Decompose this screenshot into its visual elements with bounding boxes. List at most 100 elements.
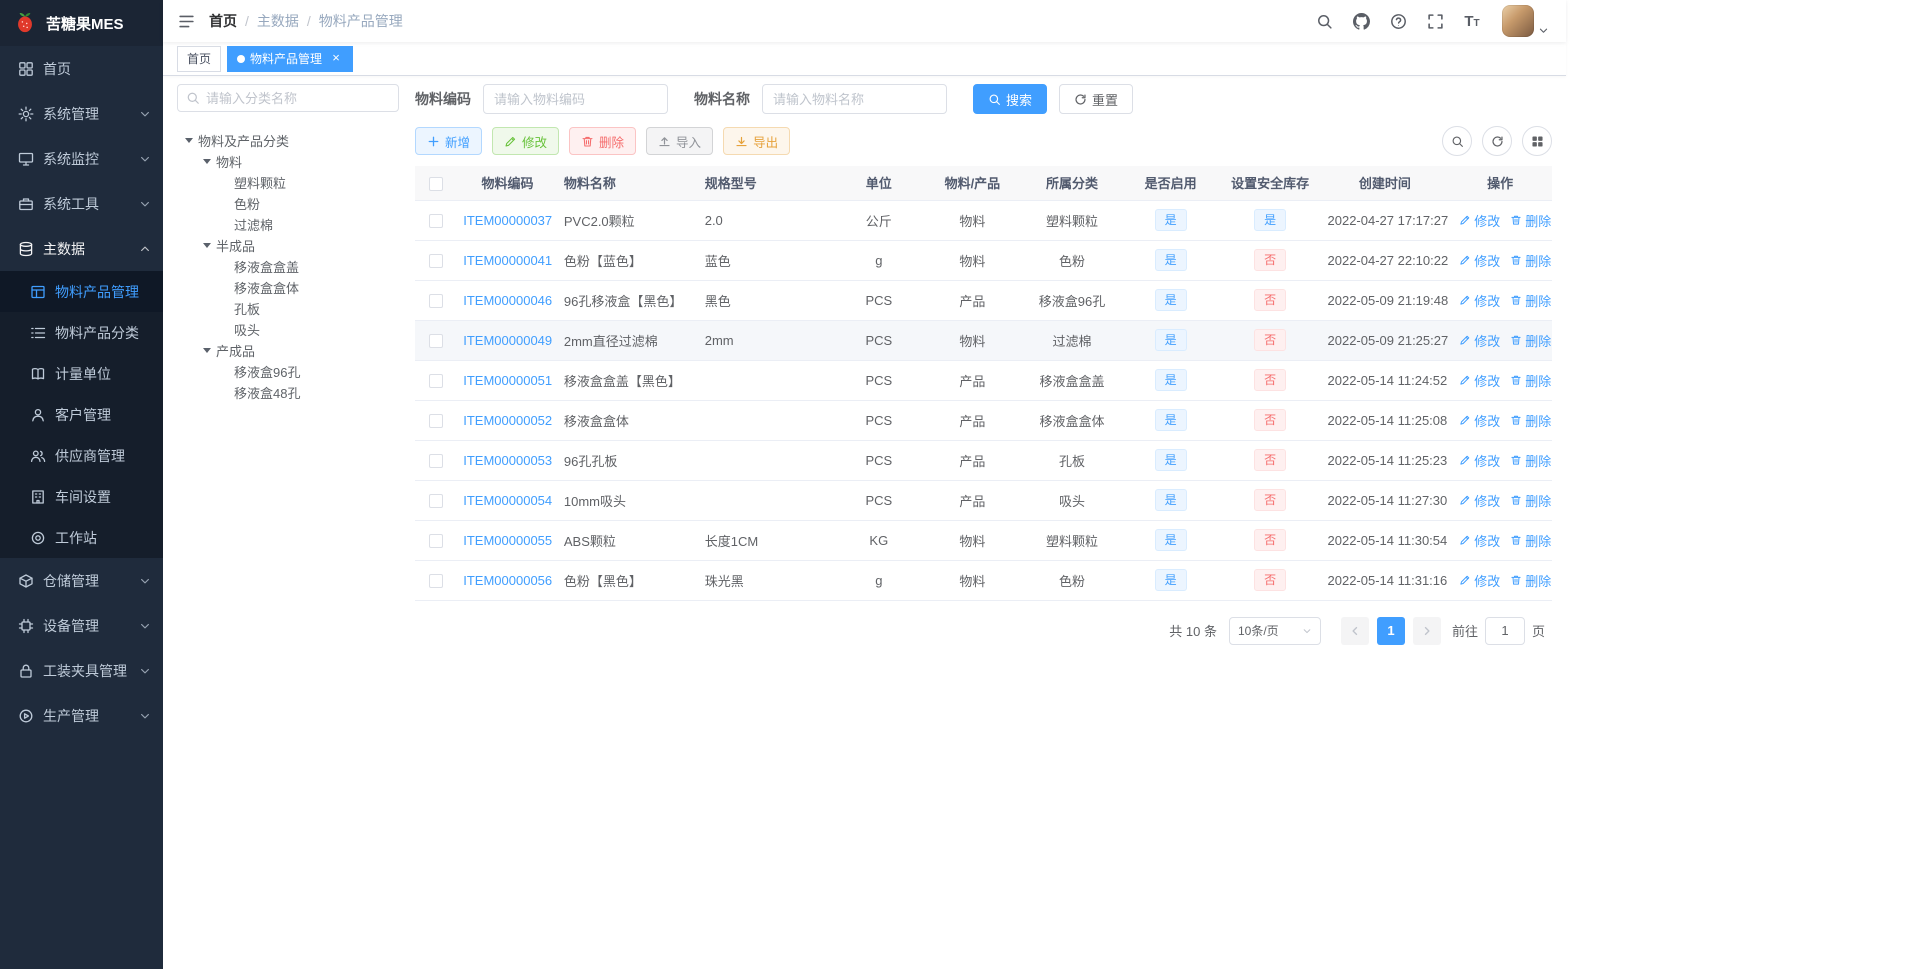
table-row[interactable]: ITEM00000054 10mm吸头 PCS 产品 吸头 是 否 2022-05-14 11… (415, 480, 1552, 521)
material-code-link[interactable]: ITEM00000055 (463, 533, 552, 548)
row-checkbox[interactable] (429, 413, 444, 428)
table-row[interactable]: ITEM00000037 PVC2.0颗粒 2.0 公斤 物料 塑料颗粒 是 是 2022-04… (415, 200, 1552, 241)
current-page-button[interactable]: 1 (1376, 616, 1405, 645)
page-size-select[interactable]: 10条/页 (1228, 616, 1321, 645)
fullscreen-icon[interactable] (1426, 12, 1444, 30)
sidebar-subitem[interactable]: 客户管理 (0, 394, 163, 435)
table-row[interactable]: ITEM00000049 2mm直径过滤棉 2mm PCS 物料 过滤棉 是 否 2022-05… (415, 320, 1552, 361)
row-checkbox[interactable] (429, 373, 444, 388)
row-edit-link[interactable]: 修改 (1459, 331, 1500, 350)
tree-node[interactable]: 产成品 (177, 340, 399, 361)
tree-expand-caret[interactable] (203, 159, 211, 164)
row-edit-link[interactable]: 修改 (1459, 211, 1500, 230)
code-filter-input[interactable] (483, 84, 668, 114)
export-button[interactable]: 导出 (723, 127, 791, 155)
row-edit-link[interactable]: 修改 (1459, 371, 1500, 390)
tab-0[interactable]: 首页 (177, 45, 222, 72)
table-row[interactable]: ITEM00000056 色粉【黑色】 珠光黑 g 物料 色粉 是 否 2022-05-14 1… (415, 560, 1552, 601)
select-all-checkbox[interactable] (429, 176, 444, 191)
sidebar-subitem[interactable]: 物料产品管理 (0, 271, 163, 312)
search-icon[interactable] (1315, 12, 1333, 30)
row-delete-link[interactable]: 删除 (1510, 251, 1551, 270)
tree-node[interactable]: 塑料颗粒 (177, 172, 399, 193)
tab-close-icon[interactable]: × (329, 51, 343, 66)
sidebar-item[interactable]: 系统工具 (0, 181, 163, 226)
app-logo[interactable]: 苦糖果MES (0, 0, 163, 46)
row-edit-link[interactable]: 修改 (1459, 491, 1500, 510)
help-icon[interactable] (1389, 12, 1407, 30)
table-row[interactable]: ITEM00000052 移液盒盒体 PCS 产品 移液盒盒体是否 2022-05-14 … (415, 400, 1552, 441)
tree-expand-caret[interactable] (203, 348, 211, 353)
row-edit-link[interactable]: 修改 (1459, 411, 1500, 430)
row-delete-link[interactable]: 删除 (1510, 491, 1551, 510)
row-delete-link[interactable]: 删除 (1510, 211, 1551, 230)
row-checkbox[interactable] (429, 253, 444, 268)
tree-node[interactable]: 孔板 (177, 298, 399, 319)
tree-node[interactable]: 色粉 (177, 193, 399, 214)
material-code-link[interactable]: ITEM00000056 (463, 573, 552, 588)
sidebar-item[interactable]: 生产管理 (0, 693, 163, 738)
table-row[interactable]: ITEM00000055 ABS颗粒 长度1CM KG 物料 塑料颗粒 是 否 2022-05-… (415, 520, 1552, 561)
row-checkbox[interactable] (429, 493, 444, 508)
material-code-link[interactable]: ITEM00000049 (463, 333, 552, 348)
import-button[interactable]: 导入 (646, 127, 714, 155)
row-checkbox[interactable] (429, 453, 444, 468)
row-checkbox[interactable] (429, 573, 444, 588)
sidebar-item[interactable]: 系统管理 (0, 91, 163, 136)
sidebar-item[interactable]: 设备管理 (0, 603, 163, 648)
sidebar-item[interactable]: 仓储管理 (0, 558, 163, 603)
tree-node[interactable]: 移液盒盒体 (177, 277, 399, 298)
material-code-link[interactable]: ITEM00000052 (463, 413, 552, 428)
row-edit-link[interactable]: 修改 (1459, 251, 1500, 270)
search-button[interactable]: 搜索 (973, 84, 1048, 114)
sidebar-subitem[interactable]: 计量单位 (0, 353, 163, 394)
delete-button[interactable]: 删除 (569, 127, 637, 155)
toggle-search-button[interactable] (1442, 126, 1472, 156)
next-page-button[interactable] (1412, 616, 1441, 645)
sidebar-subitem[interactable]: 工作站 (0, 517, 163, 558)
edit-button[interactable]: 修改 (492, 127, 560, 155)
material-code-link[interactable]: ITEM00000046 (463, 293, 552, 308)
user-menu[interactable] (1502, 5, 1550, 37)
goto-page-input[interactable] (1484, 616, 1525, 645)
tree-node[interactable]: 移液盒盒盖 (177, 256, 399, 277)
sidebar-subitem[interactable]: 供应商管理 (0, 435, 163, 476)
material-code-link[interactable]: ITEM00000041 (463, 253, 552, 268)
table-row[interactable]: ITEM00000053 96孔孔板 PCS 产品 孔板 是 否 2022-05-14 11:… (415, 440, 1552, 481)
tree-expand-caret[interactable] (185, 138, 193, 143)
sidebar-subitem[interactable]: 物料产品分类 (0, 312, 163, 353)
sidebar-subitem[interactable]: 车间设置 (0, 476, 163, 517)
row-edit-link[interactable]: 修改 (1459, 291, 1500, 310)
material-code-link[interactable]: ITEM00000053 (463, 453, 552, 468)
row-edit-link[interactable]: 修改 (1459, 571, 1500, 590)
row-delete-link[interactable]: 删除 (1510, 291, 1551, 310)
fontsize-icon[interactable]: TT (1463, 12, 1481, 30)
sidebar-item[interactable]: 主数据 (0, 226, 163, 271)
reset-button[interactable]: 重置 (1059, 84, 1134, 114)
table-row[interactable]: ITEM00000046 96孔移液盒【黑色】 黑色 PCS 产品 移液盒96孔 是 否 202… (415, 280, 1552, 321)
prev-page-button[interactable] (1340, 616, 1369, 645)
row-checkbox[interactable] (429, 213, 444, 228)
row-delete-link[interactable]: 删除 (1510, 451, 1551, 470)
row-edit-link[interactable]: 修改 (1459, 451, 1500, 470)
row-delete-link[interactable]: 删除 (1510, 571, 1551, 590)
row-edit-link[interactable]: 修改 (1459, 531, 1500, 550)
tab-active[interactable]: 物料产品管理 × (227, 45, 354, 72)
sidebar-item[interactable]: 系统监控 (0, 136, 163, 181)
github-icon[interactable] (1352, 12, 1370, 30)
table-row[interactable]: ITEM00000041 色粉【蓝色】 蓝色 g 物料 色粉 是 否 2022-04-27 22… (415, 240, 1552, 281)
row-checkbox[interactable] (429, 533, 444, 548)
tree-node[interactable]: 吸头 (177, 319, 399, 340)
tree-node[interactable]: 物料及产品分类 (177, 130, 399, 151)
tree-node[interactable]: 半成品 (177, 235, 399, 256)
row-delete-link[interactable]: 删除 (1510, 531, 1551, 550)
tree-node[interactable]: 移液盒48孔 (177, 382, 399, 403)
sidebar-toggle-button[interactable] (163, 0, 209, 42)
table-row[interactable]: ITEM00000051 移液盒盒盖【黑色】 PCS 产品 移液盒盒盖 是 否 2022-05… (415, 360, 1552, 401)
add-button[interactable]: 新增 (415, 127, 483, 155)
row-delete-link[interactable]: 删除 (1510, 331, 1551, 350)
tree-node[interactable]: 物料 (177, 151, 399, 172)
row-delete-link[interactable]: 删除 (1510, 371, 1551, 390)
columns-toggle-button[interactable] (1522, 126, 1552, 156)
material-code-link[interactable]: ITEM00000037 (463, 213, 552, 228)
